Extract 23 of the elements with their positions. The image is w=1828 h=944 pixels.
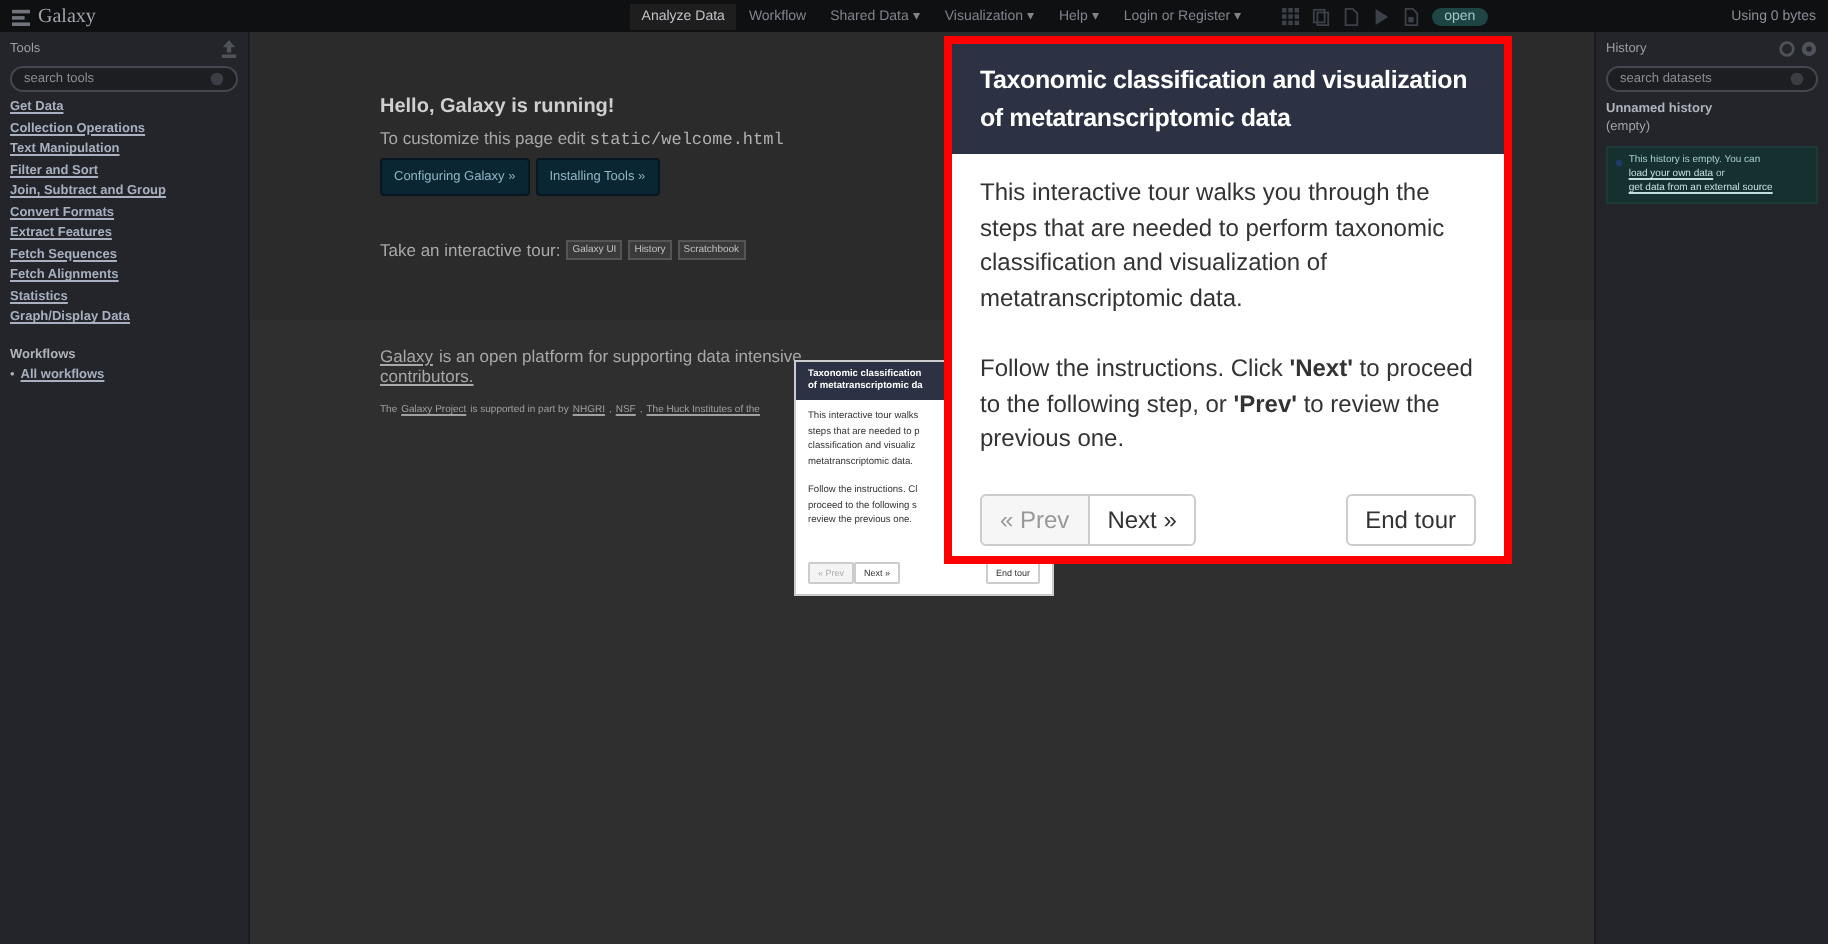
galaxy-link[interactable]: Galaxy xyxy=(380,346,433,366)
popover-text: This interactive tour walks you through the steps that are needed to perform taxonomic classification and visualization of metatranscriptomic data. xyxy=(980,176,1447,315)
contributors-link[interactable]: contributors. xyxy=(380,366,474,386)
popover-text: Follow the instructions. Click 'Next' to proceed to the following step, or 'Prev' to review the previous one. xyxy=(980,352,1475,456)
settings-icon[interactable] xyxy=(1800,40,1818,58)
customize-text: To customize this page edit static/welcome.html xyxy=(380,128,784,150)
document-icon[interactable] xyxy=(1342,7,1361,25)
copy-icon[interactable] xyxy=(1312,7,1331,25)
image-file-icon[interactable] xyxy=(1402,7,1421,25)
menu-icon[interactable] xyxy=(12,7,30,25)
welcome-heading: Hello, Galaxy is running! xyxy=(380,96,615,118)
app-title[interactable]: Galaxy xyxy=(38,5,96,27)
tour-label: Take an interactive tour: xyxy=(380,240,561,260)
upload-icon[interactable] xyxy=(220,40,238,58)
next-button[interactable]: Next » xyxy=(1087,493,1197,545)
grid-icon[interactable] xyxy=(1282,7,1301,25)
play-icon[interactable] xyxy=(1372,7,1391,25)
popover-title: Taxonomic classification and visualization of metatranscriptomic data xyxy=(952,44,1504,154)
end-tour-button[interactable]: End tour xyxy=(1345,493,1476,545)
refresh-icon[interactable] xyxy=(1778,40,1796,58)
clear-icon[interactable] xyxy=(1790,70,1804,88)
clear-icon[interactable] xyxy=(210,70,224,88)
about-text: is an open platform for supporting data intensive xyxy=(438,346,802,366)
